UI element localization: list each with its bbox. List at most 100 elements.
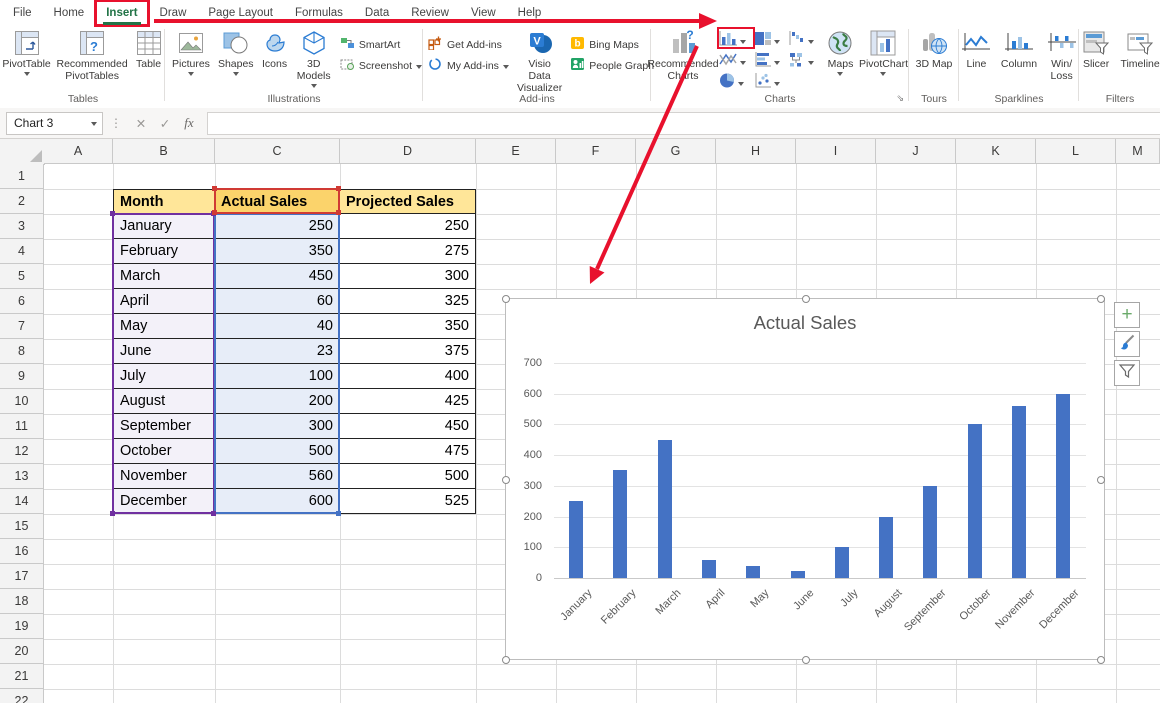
chart-filters-button[interactable]: [1114, 360, 1140, 386]
tab-home[interactable]: Home: [43, 0, 96, 26]
tab-formulas[interactable]: Formulas: [284, 0, 354, 26]
table-cell[interactable]: 275: [340, 239, 476, 264]
column-header-B[interactable]: B: [113, 138, 215, 164]
table-cell[interactable]: July: [113, 364, 215, 389]
smartart-button[interactable]: SmartArt: [340, 36, 422, 53]
row-header-21[interactable]: 21: [0, 664, 44, 689]
column-header-F[interactable]: F: [556, 138, 636, 164]
get-addins-button[interactable]: Get Add-ins: [428, 36, 509, 53]
insert-hierarchy-chart-button[interactable]: [754, 30, 788, 51]
table-cell[interactable]: 250: [215, 214, 340, 239]
row-header-6[interactable]: 6: [0, 289, 44, 314]
bing-maps-button[interactable]: b Bing Maps: [570, 36, 654, 53]
table-cell[interactable]: 560: [215, 464, 340, 489]
chart-selection-handle[interactable]: [802, 656, 810, 664]
row-header-18[interactable]: 18: [0, 589, 44, 614]
chart-selection-handle[interactable]: [802, 295, 810, 303]
row-header-10[interactable]: 10: [0, 389, 44, 414]
row-header-17[interactable]: 17: [0, 564, 44, 589]
people-graph-button[interactable]: People Graph: [570, 57, 654, 74]
table-cell[interactable]: 200: [215, 389, 340, 414]
column-header-A[interactable]: A: [44, 138, 113, 164]
row-header-13[interactable]: 13: [0, 464, 44, 489]
chart-selection-handle[interactable]: [1097, 295, 1105, 303]
row-header-22[interactable]: 22: [0, 689, 44, 703]
recommended-pivottables-button[interactable]: ? Recommended PivotTables: [57, 28, 127, 82]
insert-function-icon[interactable]: fx: [177, 115, 201, 131]
tab-draw[interactable]: Draw: [149, 0, 198, 26]
row-header-20[interactable]: 20: [0, 639, 44, 664]
3d-map-button[interactable]: 3D Map: [912, 28, 956, 70]
table-cell[interactable]: 375: [340, 339, 476, 364]
table-cell[interactable]: 325: [340, 289, 476, 314]
table-header-cell[interactable]: Month: [113, 189, 215, 214]
row-header-12[interactable]: 12: [0, 439, 44, 464]
table-cell[interactable]: 400: [340, 364, 476, 389]
table-header-cell[interactable]: Actual Sales: [215, 189, 340, 214]
table-cell[interactable]: 500: [340, 464, 476, 489]
row-header-5[interactable]: 5: [0, 264, 44, 289]
insert-bar-chart-button[interactable]: [754, 51, 788, 72]
screenshot-button[interactable]: Screenshot: [340, 57, 422, 74]
column-header-G[interactable]: G: [636, 138, 716, 164]
enter-entry-icon[interactable]: ✓: [153, 116, 177, 131]
row-header-2[interactable]: 2: [0, 189, 44, 214]
table-cell[interactable]: December: [113, 489, 215, 514]
table-cell[interactable]: 350: [215, 239, 340, 264]
chart-selection-handle[interactable]: [1097, 656, 1105, 664]
table-button[interactable]: Table: [133, 28, 164, 70]
column-header-I[interactable]: I: [796, 138, 876, 164]
tab-page-layout[interactable]: Page Layout: [197, 0, 284, 26]
timeline-button[interactable]: Timeline: [1120, 28, 1160, 70]
row-header-16[interactable]: 16: [0, 539, 44, 564]
shapes-button[interactable]: Shapes: [218, 28, 254, 76]
column-header-K[interactable]: K: [956, 138, 1036, 164]
column-header-H[interactable]: H: [716, 138, 796, 164]
table-cell[interactable]: 300: [215, 414, 340, 439]
chart-title[interactable]: Actual Sales: [506, 312, 1104, 334]
chart-selection-handle[interactable]: [502, 295, 510, 303]
table-cell[interactable]: October: [113, 439, 215, 464]
insert-waterfall-chart-button[interactable]: [788, 30, 822, 51]
row-header-1[interactable]: 1: [0, 164, 44, 189]
table-cell[interactable]: 60: [215, 289, 340, 314]
column-header-L[interactable]: L: [1036, 138, 1116, 164]
tab-insert[interactable]: Insert: [95, 0, 148, 26]
insert-scatter-chart-button[interactable]: [754, 72, 788, 93]
table-cell[interactable]: 475: [340, 439, 476, 464]
row-header-15[interactable]: 15: [0, 514, 44, 539]
table-cell[interactable]: 350: [340, 314, 476, 339]
tab-review[interactable]: Review: [400, 0, 460, 26]
table-cell[interactable]: 600: [215, 489, 340, 514]
table-cell[interactable]: 23: [215, 339, 340, 364]
table-header-cell[interactable]: Projected Sales: [340, 189, 476, 214]
pictures-button[interactable]: Pictures: [172, 28, 210, 76]
maps-button[interactable]: Maps: [826, 28, 855, 76]
charts-dialog-launcher-icon[interactable]: ⇘: [896, 93, 904, 104]
sparkline-line-button[interactable]: Line: [960, 28, 993, 70]
row-header-7[interactable]: 7: [0, 314, 44, 339]
row-header-4[interactable]: 4: [0, 239, 44, 264]
sparkline-column-button[interactable]: Column: [999, 28, 1039, 70]
insert-pie-chart-button[interactable]: [718, 72, 754, 93]
table-cell[interactable]: May: [113, 314, 215, 339]
table-cell[interactable]: August: [113, 389, 215, 414]
table-cell[interactable]: 100: [215, 364, 340, 389]
visio-data-visualizer-button[interactable]: V Visio Data Visualizer: [517, 28, 562, 94]
icons-button[interactable]: Icons: [262, 28, 288, 70]
row-header-8[interactable]: 8: [0, 339, 44, 364]
tab-view[interactable]: View: [460, 0, 507, 26]
select-all-corner[interactable]: [0, 138, 45, 165]
table-cell[interactable]: 450: [340, 414, 476, 439]
name-box-chevron-icon[interactable]: [91, 122, 97, 126]
table-cell[interactable]: 500: [215, 439, 340, 464]
table-cell[interactable]: November: [113, 464, 215, 489]
row-header-9[interactable]: 9: [0, 364, 44, 389]
insert-line-chart-button[interactable]: [718, 51, 754, 72]
table-cell[interactable]: June: [113, 339, 215, 364]
tab-help[interactable]: Help: [507, 0, 553, 26]
row-header-14[interactable]: 14: [0, 489, 44, 514]
sparkline-winloss-button[interactable]: Win/ Loss: [1045, 28, 1078, 82]
table-cell[interactable]: April: [113, 289, 215, 314]
table-cell[interactable]: 450: [215, 264, 340, 289]
